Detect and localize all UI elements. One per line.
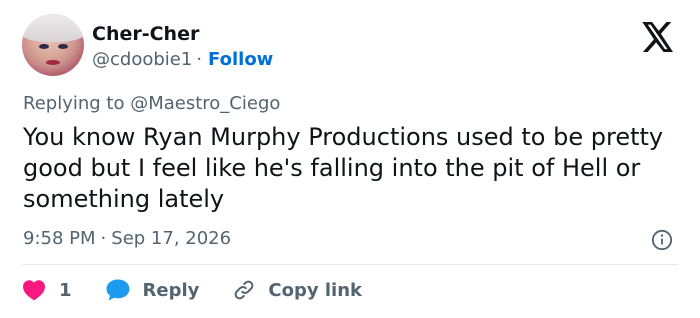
reply-mention-link[interactable]: @Maestro_Ciego	[130, 93, 280, 114]
author-handle[interactable]: @cdoobie1	[92, 49, 192, 70]
avatar-eye-right	[58, 44, 68, 49]
tweet-text: You know Ryan Murphy Productions used to…	[23, 123, 664, 213]
tweet-card: Cher-Cher @cdoobie1 · Follow Replying to @…	[0, 0, 700, 318]
timestamp-separator: ·	[100, 228, 107, 249]
tweet-date: Sep 17, 2026	[111, 228, 232, 249]
reply-context: Replying to @Maestro_Ciego	[23, 92, 280, 116]
copy-link-label: Copy link	[268, 279, 362, 301]
heart-icon	[23, 280, 45, 301]
divider	[22, 264, 678, 265]
tweet-timestamp[interactable]: 9:58 PM · Sep 17, 2026	[23, 227, 231, 251]
avatar-eye-left	[39, 44, 49, 49]
speech-bubble-icon	[106, 279, 130, 301]
action-bar: 1 Reply Copy link	[22, 277, 362, 303]
author-handle-line: @cdoobie1 · Follow	[92, 48, 273, 72]
like-count: 1	[59, 279, 72, 301]
reply-label: Reply	[142, 279, 200, 301]
copy-link-button[interactable]: Copy link	[231, 278, 362, 302]
author-name[interactable]: Cher-Cher	[92, 22, 199, 46]
avatar-lips	[46, 60, 60, 65]
info-icon[interactable]	[651, 229, 673, 251]
reply-prefix: Replying to	[23, 93, 125, 114]
avatar[interactable]	[22, 14, 84, 76]
follow-button[interactable]: Follow	[208, 49, 273, 70]
reply-button[interactable]: Reply	[105, 278, 232, 302]
avatar-hair	[22, 14, 84, 42]
link-icon	[235, 280, 254, 300]
handle-separator: ·	[196, 49, 203, 70]
tweet-time: 9:58 PM	[23, 228, 96, 249]
x-logo-icon[interactable]	[641, 22, 675, 52]
like-button[interactable]: 1	[22, 279, 105, 301]
